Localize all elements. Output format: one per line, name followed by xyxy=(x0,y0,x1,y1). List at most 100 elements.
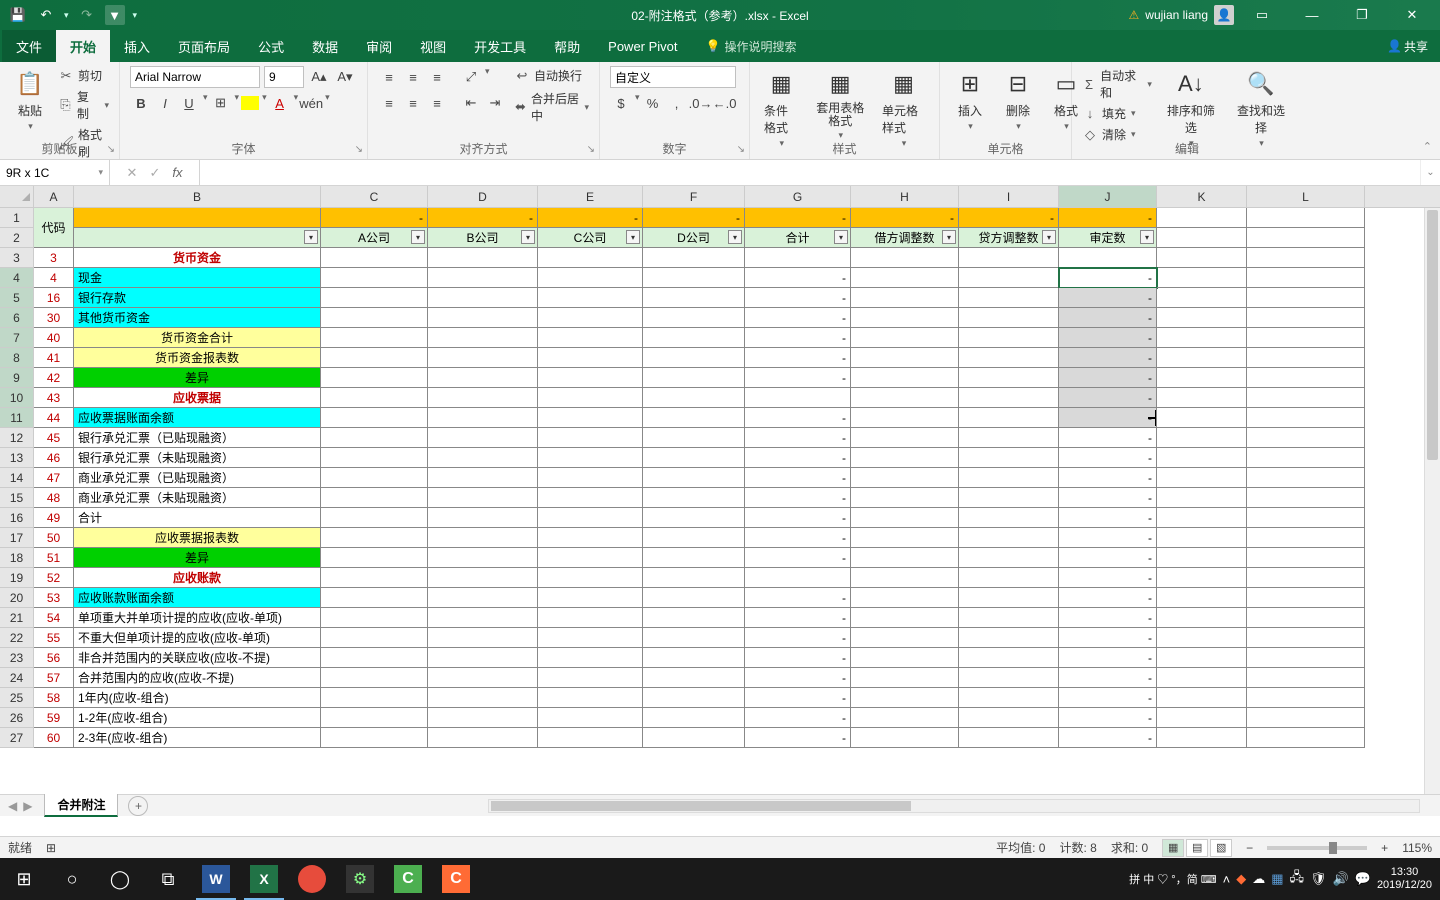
cell[interactable]: - xyxy=(1059,328,1157,348)
col-header-A[interactable]: A xyxy=(34,186,74,207)
cell[interactable]: - xyxy=(1059,488,1157,508)
cell[interactable] xyxy=(851,568,959,588)
taskbar-app-4[interactable]: ⚙ xyxy=(336,858,384,900)
cell[interactable]: - xyxy=(745,488,851,508)
cell[interactable]: D公司▾ xyxy=(643,228,745,248)
row-header[interactable]: 23 xyxy=(0,648,34,668)
restore-icon[interactable]: ❐ xyxy=(1340,0,1384,30)
cell[interactable] xyxy=(745,568,851,588)
cell[interactable] xyxy=(959,588,1059,608)
font-color-button[interactable]: A xyxy=(269,92,291,114)
cell[interactable] xyxy=(1157,268,1247,288)
cell[interactable]: - xyxy=(745,708,851,728)
cell[interactable]: - xyxy=(321,208,428,228)
cell[interactable] xyxy=(428,448,538,468)
cell[interactable] xyxy=(959,708,1059,728)
tab-view[interactable]: 视图 xyxy=(406,30,460,62)
cell[interactable] xyxy=(321,608,428,628)
cell[interactable] xyxy=(851,708,959,728)
merge-center-button[interactable]: ⬌合并后居中▾ xyxy=(514,89,589,125)
ime-indicator[interactable]: 拼 中 ♡ °，简 ⌨ xyxy=(1129,871,1217,887)
cell[interactable] xyxy=(643,508,745,528)
row-header[interactable]: 19 xyxy=(0,568,34,588)
cell[interactable]: 3 xyxy=(34,248,74,268)
zoom-out-icon[interactable]: − xyxy=(1246,841,1253,855)
cell[interactable] xyxy=(1247,468,1365,488)
cell[interactable]: - xyxy=(745,668,851,688)
cell[interactable] xyxy=(321,428,428,448)
cell[interactable]: - xyxy=(1059,468,1157,488)
cell[interactable] xyxy=(428,688,538,708)
cell[interactable]: - xyxy=(1059,348,1157,368)
cell[interactable]: - xyxy=(745,408,851,428)
cell[interactable] xyxy=(321,688,428,708)
cell[interactable]: - xyxy=(1059,588,1157,608)
phonetic-button[interactable]: wén xyxy=(300,92,322,114)
cell[interactable]: 49 xyxy=(34,508,74,528)
cell[interactable] xyxy=(1247,488,1365,508)
cell[interactable]: 55 xyxy=(34,628,74,648)
cell[interactable]: 应收账款 xyxy=(74,568,321,588)
cell[interactable] xyxy=(851,648,959,668)
formula-input[interactable] xyxy=(200,160,1420,185)
row-header[interactable]: 26 xyxy=(0,708,34,728)
cell[interactable] xyxy=(1247,688,1365,708)
cell[interactable] xyxy=(643,248,745,268)
cell[interactable] xyxy=(538,308,643,328)
system-tray[interactable]: ˄ ◆ ☁ ▦ 🖧 🛡 🔊 💬 xyxy=(1223,868,1371,890)
row-header[interactable]: 21 xyxy=(0,608,34,628)
col-header-H[interactable]: H xyxy=(851,186,959,207)
cell[interactable]: 1-2年(应收-组合) xyxy=(74,708,321,728)
qat-customize-icon[interactable]: ▾ xyxy=(133,10,138,21)
cell[interactable] xyxy=(959,568,1059,588)
cell[interactable]: 贷方调整数▾ xyxy=(959,228,1059,248)
cell[interactable]: 48 xyxy=(34,488,74,508)
font-dialog-launcher-icon[interactable]: ↘ xyxy=(355,144,363,155)
row-header[interactable]: 2 xyxy=(0,228,34,248)
cell[interactable] xyxy=(321,648,428,668)
cell[interactable] xyxy=(428,268,538,288)
cell[interactable] xyxy=(1157,588,1247,608)
cell[interactable] xyxy=(1157,548,1247,568)
cell[interactable]: - xyxy=(745,448,851,468)
cell[interactable]: 42 xyxy=(34,368,74,388)
insert-cells-button[interactable]: ⊞插入▾ xyxy=(950,66,990,134)
cell[interactable] xyxy=(959,528,1059,548)
cell[interactable] xyxy=(851,588,959,608)
zoom-slider[interactable] xyxy=(1267,846,1367,850)
cell[interactable] xyxy=(1247,268,1365,288)
cell[interactable] xyxy=(428,368,538,388)
row-header[interactable]: 16 xyxy=(0,508,34,528)
cell[interactable] xyxy=(1157,688,1247,708)
cell[interactable]: 非合并范围内的关联应收(应收-不提) xyxy=(74,648,321,668)
cell[interactable]: - xyxy=(1059,648,1157,668)
cell[interactable]: 货币资金报表数 xyxy=(74,348,321,368)
filter-dropdown-icon[interactable]: ▾ xyxy=(728,230,742,244)
cell[interactable] xyxy=(428,548,538,568)
cell[interactable] xyxy=(538,688,643,708)
row-header[interactable]: 11 xyxy=(0,408,34,428)
cell[interactable]: - xyxy=(538,208,643,228)
orientation-icon[interactable]: ⤢ xyxy=(460,66,482,88)
ribbon-display-icon[interactable]: ▭ xyxy=(1240,0,1284,30)
cell[interactable] xyxy=(643,548,745,568)
cell[interactable] xyxy=(538,408,643,428)
cell[interactable] xyxy=(959,608,1059,628)
user-avatar[interactable]: 👤 xyxy=(1214,5,1234,25)
cell[interactable] xyxy=(538,608,643,628)
cell[interactable] xyxy=(1247,228,1365,248)
taskbar-app-6[interactable]: C xyxy=(432,858,480,900)
cell[interactable]: - xyxy=(1059,368,1157,388)
cell[interactable] xyxy=(321,628,428,648)
fill-color-button[interactable] xyxy=(241,96,259,110)
cell[interactable]: - xyxy=(745,648,851,668)
col-header-K[interactable]: K xyxy=(1157,186,1247,207)
cell[interactable] xyxy=(1157,408,1247,428)
cell[interactable] xyxy=(1157,508,1247,528)
search-icon[interactable]: ○ xyxy=(48,858,96,900)
copy-button[interactable]: ⎘复制▾ xyxy=(58,87,109,123)
row-header[interactable]: 20 xyxy=(0,588,34,608)
cell[interactable] xyxy=(428,488,538,508)
cell[interactable]: 应收票据报表数 xyxy=(74,528,321,548)
cell[interactable]: 银行承兑汇票（已贴现融资） xyxy=(74,428,321,448)
